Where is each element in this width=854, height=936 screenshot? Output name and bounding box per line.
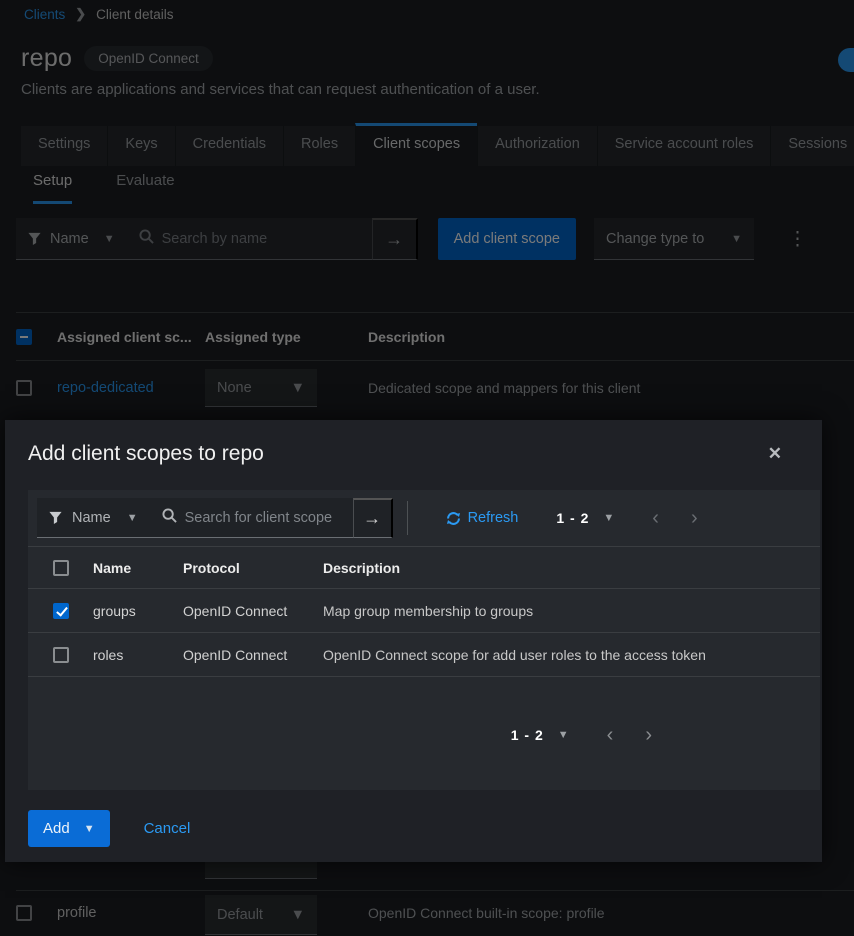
refresh-label: Refresh bbox=[468, 510, 519, 526]
col-protocol: Protocol bbox=[183, 560, 323, 576]
filter-label: Name bbox=[72, 510, 111, 526]
table-row: roles OpenID Connect OpenID Connect scop… bbox=[28, 633, 820, 677]
scope-protocol: OpenID Connect bbox=[183, 647, 323, 663]
table-row: groups OpenID Connect Map group membersh… bbox=[28, 589, 820, 633]
add-client-scopes-modal: Add client scopes to repo ✕ Name ▼ → bbox=[5, 420, 822, 862]
col-name: Name bbox=[93, 560, 183, 576]
filter-icon bbox=[49, 511, 62, 524]
previous-page-button[interactable]: ‹ bbox=[599, 725, 622, 745]
select-all-checkbox[interactable] bbox=[53, 560, 69, 576]
col-description: Description bbox=[323, 560, 820, 576]
scope-protocol: OpenID Connect bbox=[183, 603, 323, 619]
previous-page-button[interactable]: ‹ bbox=[644, 508, 667, 528]
cancel-button[interactable]: Cancel bbox=[144, 820, 191, 837]
next-page-button[interactable]: › bbox=[637, 725, 660, 745]
refresh-button[interactable]: Refresh bbox=[446, 510, 519, 526]
scope-description: Map group membership to groups bbox=[323, 603, 820, 619]
row-checkbox[interactable] bbox=[53, 647, 69, 663]
search-input[interactable] bbox=[185, 510, 353, 526]
modal-table-header: Name Protocol Description bbox=[28, 546, 820, 589]
scope-name: groups bbox=[93, 603, 183, 619]
search-box bbox=[150, 498, 353, 538]
modal-footer: Add ▼ Cancel bbox=[28, 810, 190, 847]
pagination-range: 1 - 2 bbox=[556, 510, 589, 526]
modal-panel: Name ▼ → Refresh 1 bbox=[28, 490, 820, 790]
pagination-top: 1 - 2 ▼ bbox=[556, 510, 614, 526]
pagination-range: 1 - 2 bbox=[511, 727, 544, 743]
scope-description: OpenID Connect scope for add user roles … bbox=[323, 647, 820, 663]
toolbar-divider bbox=[407, 501, 408, 535]
modal-toolbar: Name ▼ → Refresh 1 bbox=[28, 490, 820, 546]
chevron-down-icon[interactable]: ▼ bbox=[603, 512, 614, 524]
modal-title: Add client scopes to repo bbox=[28, 442, 264, 466]
search-icon bbox=[162, 508, 177, 528]
scope-name: roles bbox=[93, 647, 183, 663]
keycloak-client-details-page: Clients ❯ Client details repo OpenID Con… bbox=[0, 0, 854, 936]
refresh-icon bbox=[446, 511, 461, 526]
name-filter-dropdown[interactable]: Name ▼ bbox=[37, 498, 150, 538]
chevron-down-icon[interactable]: ▼ bbox=[558, 729, 569, 741]
search-submit-button[interactable]: → bbox=[353, 498, 393, 538]
add-button-label: Add bbox=[43, 820, 70, 837]
chevron-down-icon: ▼ bbox=[127, 512, 138, 524]
chevron-down-icon[interactable]: ▼ bbox=[84, 823, 95, 835]
add-button[interactable]: Add ▼ bbox=[28, 810, 110, 847]
close-icon[interactable]: ✕ bbox=[768, 444, 782, 464]
next-page-button[interactable]: › bbox=[683, 508, 706, 528]
row-checkbox[interactable] bbox=[53, 603, 69, 619]
pagination-bottom: 1 - 2 ▼ ‹ › bbox=[511, 725, 660, 745]
